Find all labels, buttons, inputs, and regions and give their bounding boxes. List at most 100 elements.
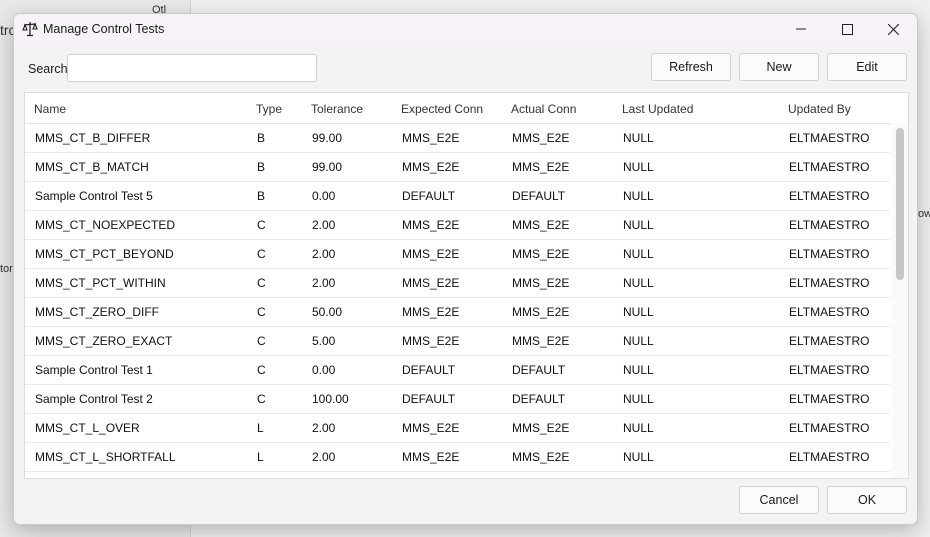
scale-icon	[21, 20, 39, 38]
edit-button[interactable]: Edit	[827, 53, 907, 81]
cell-tolerance: 2.00	[312, 247, 336, 261]
cell-last-updated: NULL	[623, 305, 654, 319]
cell-name: Sample Control Test 5	[35, 189, 153, 203]
table-row[interactable]: Sample Control Test 1 C 0.00 DEFAULT DEFAULT…	[25, 356, 891, 385]
table-row[interactable]: MMS_CT_L_SHORTFALL L 2.00 MMS_E2E MMS_E2E NUL…	[25, 443, 891, 472]
table-row[interactable]: MMS_CT_NOEXPECTED C 2.00 MMS_E2E MMS_E2E NULL…	[25, 211, 891, 240]
cell-expected-conn: MMS_E2E	[402, 421, 460, 435]
cell-tolerance: 0.00	[312, 363, 336, 377]
column-header-actual-conn[interactable]: Actual Conn	[511, 102, 576, 116]
cell-last-updated: NULL	[623, 247, 654, 261]
cell-updated-by: ELTMAESTRO	[789, 218, 870, 232]
maximize-icon	[841, 23, 853, 35]
cell-type: B	[257, 189, 266, 203]
cell-name: MMS_CT_ZERO_EXACT	[35, 334, 173, 348]
cell-actual-conn: MMS_E2E	[512, 450, 570, 464]
table-row[interactable]: MMS_CT_ZERO_EXACT C 5.00 MMS_E2E MMS_E2E NULL…	[25, 327, 891, 356]
cell-actual-conn: MMS_E2E	[512, 131, 570, 145]
vertical-scrollbar[interactable]	[892, 124, 908, 478]
cell-type: C	[257, 218, 266, 232]
cell-expected-conn: MMS_E2E	[402, 305, 460, 319]
column-header-updated-by[interactable]: Updated By	[788, 102, 851, 116]
cell-updated-by: ELTMAESTRO	[789, 131, 870, 145]
cell-actual-conn: MMS_E2E	[512, 276, 570, 290]
cell-updated-by: ELTMAESTRO	[789, 305, 870, 319]
search-label: Search	[28, 62, 68, 76]
cell-type: C	[257, 363, 266, 377]
cell-updated-by: ELTMAESTRO	[789, 334, 870, 348]
cell-name: Sample Control Test 1	[35, 363, 153, 377]
cell-type: L	[257, 421, 264, 435]
cell-actual-conn: MMS_E2E	[512, 305, 570, 319]
column-header-type[interactable]: Type	[256, 102, 282, 116]
background-text-fragment: ows	[918, 208, 930, 220]
manage-control-tests-dialog: Manage Control Tests Search Refresh New …	[13, 13, 918, 525]
cell-expected-conn: MMS_E2E	[402, 276, 460, 290]
refresh-button[interactable]: Refresh	[651, 53, 731, 81]
cell-type: C	[257, 276, 266, 290]
cell-tolerance: 2.00	[312, 276, 336, 290]
cell-name: MMS_CT_B_DIFFER	[35, 131, 151, 145]
title-bar[interactable]: Manage Control Tests	[14, 14, 917, 44]
cell-type: B	[257, 131, 266, 145]
cell-expected-conn: MMS_E2E	[402, 160, 460, 174]
cell-expected-conn: MMS_E2E	[402, 131, 460, 145]
column-header-last-updated[interactable]: Last Updated	[622, 102, 693, 116]
cell-last-updated: NULL	[623, 276, 654, 290]
table-row[interactable]: Sample Control Test 2 C 100.00 DEFAULT DEFAU…	[25, 385, 891, 414]
cell-last-updated: NULL	[623, 421, 654, 435]
new-button[interactable]: New	[739, 53, 819, 81]
table-row[interactable]: Sample Control Test 5 B 0.00 DEFAULT DEFAULT…	[25, 182, 891, 211]
cell-actual-conn: MMS_E2E	[512, 334, 570, 348]
cell-actual-conn: MMS_E2E	[512, 421, 570, 435]
cell-tolerance: 0.00	[312, 189, 336, 203]
cell-expected-conn: DEFAULT	[402, 392, 456, 406]
table-row[interactable]: MMS_CT_PCT_WITHIN C 2.00 MMS_E2E MMS_E2E NULL…	[25, 269, 891, 298]
cell-last-updated: NULL	[623, 131, 654, 145]
cell-updated-by: ELTMAESTRO	[789, 160, 870, 174]
cell-last-updated: NULL	[623, 334, 654, 348]
close-button[interactable]	[870, 14, 916, 44]
table-row[interactable]: MMS_CT_PCT_BEYOND C 2.00 MMS_E2E MMS_E2E NULL…	[25, 240, 891, 269]
table-body: MMS_CT_B_DIFFER B 99.00 MMS_E2E MMS_E2E NULL E…	[25, 124, 891, 478]
cell-updated-by: ELTMAESTRO	[789, 421, 870, 435]
table-row[interactable]: MMS_CT_ZERO_DIFF C 50.00 MMS_E2E MMS_E2E NULL…	[25, 298, 891, 327]
minimize-button[interactable]	[778, 14, 824, 44]
cell-type: C	[257, 392, 266, 406]
column-header-name[interactable]: Name	[34, 102, 66, 116]
table-row[interactable]: MMS_CT_B_MATCH B 99.00 MMS_E2E MMS_E2E NULL EL…	[25, 153, 891, 182]
scrollbar-thumb[interactable]	[896, 128, 904, 280]
cell-updated-by: ELTMAESTRO	[789, 189, 870, 203]
cell-updated-by: ELTMAESTRO	[789, 276, 870, 290]
cell-actual-conn: MMS_E2E	[512, 247, 570, 261]
cell-type: C	[257, 334, 266, 348]
cell-last-updated: NULL	[623, 189, 654, 203]
cell-tolerance: 100.00	[312, 392, 349, 406]
cell-actual-conn: MMS_E2E	[512, 218, 570, 232]
cell-tolerance: 2.00	[312, 421, 336, 435]
control-tests-table[interactable]: Name Type Tolerance Expected Conn Actual…	[24, 92, 909, 479]
cell-updated-by: ELTMAESTRO	[789, 392, 870, 406]
cell-type: L	[257, 450, 264, 464]
cell-last-updated: NULL	[623, 363, 654, 377]
cell-name: MMS_CT_NOEXPECTED	[35, 218, 176, 232]
search-input[interactable]	[67, 54, 317, 82]
table-row[interactable]: MMS_CT_L_OVER L 2.00 MMS_E2E MMS_E2E NULL ELTM…	[25, 414, 891, 443]
cancel-button[interactable]: Cancel	[739, 486, 819, 514]
column-header-expected-conn[interactable]: Expected Conn	[401, 102, 483, 116]
cell-tolerance: 2.00	[312, 450, 336, 464]
cell-last-updated: NULL	[623, 160, 654, 174]
table-row[interactable]: MMS_CT_L_WITHINL2.00MMS_E2EMMS_E2ENULLEL…	[25, 472, 891, 478]
cell-actual-conn: DEFAULT	[512, 392, 566, 406]
table-row[interactable]: MMS_CT_B_DIFFER B 99.00 MMS_E2E MMS_E2E NULL E…	[25, 124, 891, 153]
cell-updated-by: ELTMAESTRO	[789, 247, 870, 261]
background-text-fragment: tor	[0, 263, 13, 275]
cell-last-updated: NULL	[623, 392, 654, 406]
column-header-tolerance[interactable]: Tolerance	[311, 102, 363, 116]
cell-type: C	[257, 247, 266, 261]
cell-tolerance: 5.00	[312, 334, 336, 348]
cell-expected-conn: MMS_E2E	[402, 247, 460, 261]
cell-name: MMS_CT_ZERO_DIFF	[35, 305, 160, 319]
maximize-button[interactable]	[824, 14, 870, 44]
ok-button[interactable]: OK	[827, 486, 907, 514]
